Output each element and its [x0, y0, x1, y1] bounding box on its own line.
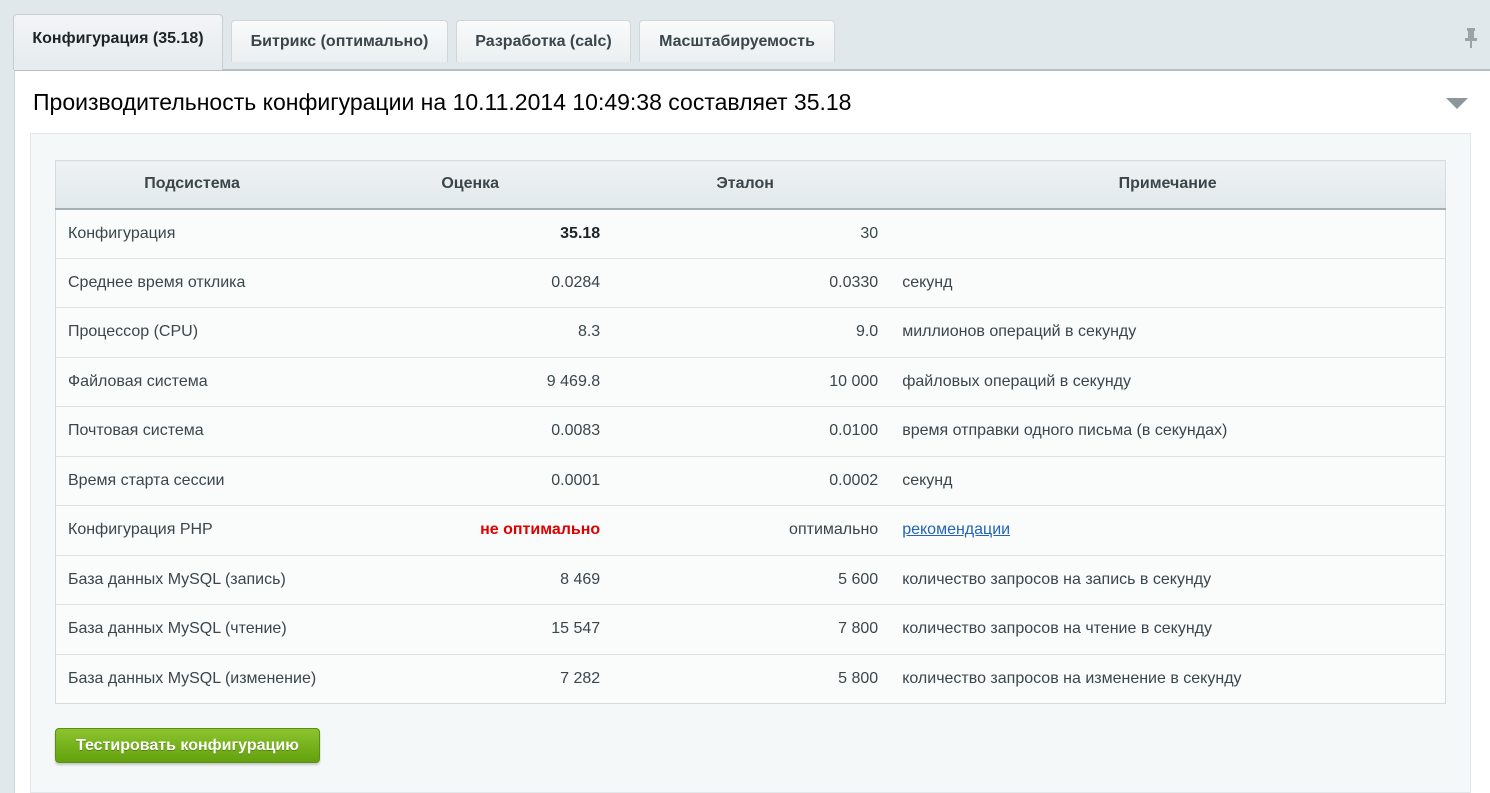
- row-reference: 5 600: [612, 555, 891, 605]
- tab-bar: Конфигурация (35.18) Битрикс (оптимально…: [0, 0, 1490, 70]
- column-header-reference: Эталон: [612, 160, 891, 210]
- pin-icon[interactable]: [1464, 27, 1478, 49]
- column-header-subsystem: Подсистема: [55, 160, 329, 210]
- row-reference: 9.0: [612, 307, 891, 358]
- table-row: База данных MySQL (изменение) 7 282 5 80…: [56, 654, 1446, 704]
- row-score: 0.0001: [328, 456, 613, 506]
- row-score: 8.3: [328, 307, 613, 358]
- row-subsystem: Время старта сессии: [55, 456, 329, 506]
- row-subsystem: База данных MySQL (изменение): [68, 669, 317, 687]
- row-score: 0.0083: [328, 406, 613, 457]
- row-reference: оптимально: [612, 505, 891, 556]
- row-subsystem: Конфигурация: [55, 208, 329, 259]
- table-row: Время старта сессии 0.0001 0.0002 секунд: [55, 456, 1446, 506]
- row-reference: 0.0330: [612, 258, 891, 308]
- row-reference: 7 800: [612, 604, 891, 655]
- row-score: 0.0284: [328, 258, 613, 308]
- row-note: количество запросов на изменение в секун…: [902, 669, 1242, 687]
- main-panel: Производительность конфигурации на 10.11…: [14, 69, 1490, 793]
- row-subsystem: База данных MySQL (запись): [55, 555, 329, 605]
- test-configuration-button[interactable]: Тестировать конфигурацию: [55, 728, 320, 763]
- row-note: секунд: [890, 258, 1446, 308]
- tab-development[interactable]: Разработка (calc): [456, 20, 631, 62]
- row-subsystem: Файловая система: [55, 357, 329, 407]
- row-score-warning: не оптимально: [328, 505, 613, 556]
- row-subsystem: Процессор (CPU): [55, 307, 329, 358]
- row-note: время отправки одного письма (в секундах…: [890, 406, 1446, 457]
- row-note: файловых операций в секунду: [890, 357, 1446, 407]
- table-row: Конфигурация PHP не оптимально оптимальн…: [55, 505, 1446, 556]
- column-header-score: Оценка: [328, 160, 613, 210]
- row-note: секунд: [890, 456, 1446, 506]
- row-reference: 0.0002: [612, 456, 891, 506]
- column-header-note: Примечание: [890, 160, 1446, 210]
- row-score: 7 282: [560, 669, 601, 687]
- row-subsystem: Среднее время отклика: [55, 258, 329, 308]
- table-row: Конфигурация 35.18 30: [55, 208, 1446, 259]
- row-score: 8 469: [328, 555, 613, 605]
- recommendations-link[interactable]: рекомендации: [902, 521, 1010, 538]
- page-title: Производительность конфигурации на 10.11…: [33, 89, 852, 115]
- results-container: Подсистема Оценка Эталон Примечание Конф…: [30, 133, 1471, 793]
- row-note: [890, 208, 1446, 259]
- table-row: Файловая система 9 469.8 10 000 файловых…: [55, 357, 1446, 407]
- tab-configuration[interactable]: Конфигурация (35.18): [13, 14, 223, 70]
- tab-scalability[interactable]: Масштабируемость: [639, 20, 835, 62]
- row-score: 35.18: [328, 208, 613, 259]
- row-note: количество запросов на чтение в секунду: [890, 604, 1446, 655]
- row-subsystem: Почтовая система: [55, 406, 329, 457]
- collapse-arrow-icon[interactable]: [1446, 98, 1468, 109]
- row-reference: 30: [612, 208, 891, 259]
- row-reference: 0.0100: [612, 406, 891, 457]
- row-reference: 10 000: [612, 357, 891, 407]
- table-row: База данных MySQL (запись) 8 469 5 600 к…: [55, 555, 1446, 605]
- benchmark-table: Подсистема Оценка Эталон Примечание Конф…: [55, 160, 1446, 704]
- row-score: 9 469.8: [328, 357, 613, 407]
- row-subsystem: База данных MySQL (чтение): [55, 604, 329, 655]
- row-note: миллионов операций в секунду: [890, 307, 1446, 358]
- row-subsystem: Конфигурация PHP: [55, 505, 329, 556]
- table-row: Процессор (CPU) 8.3 9.0 миллионов операц…: [55, 307, 1446, 358]
- row-score: 15 547: [328, 604, 613, 655]
- row-reference: 5 800: [838, 669, 879, 687]
- table-row: База данных MySQL (чтение) 15 547 7 800 …: [55, 604, 1446, 655]
- table-row: Среднее время отклика 0.0284 0.0330 секу…: [55, 258, 1446, 308]
- table-row: Почтовая система 0.0083 0.0100 время отп…: [55, 406, 1446, 457]
- table-header-row: Подсистема Оценка Эталон Примечание: [55, 160, 1446, 210]
- tab-bitrix[interactable]: Битрикс (оптимально): [231, 20, 448, 62]
- row-note: количество запросов на запись в секунду: [890, 555, 1446, 605]
